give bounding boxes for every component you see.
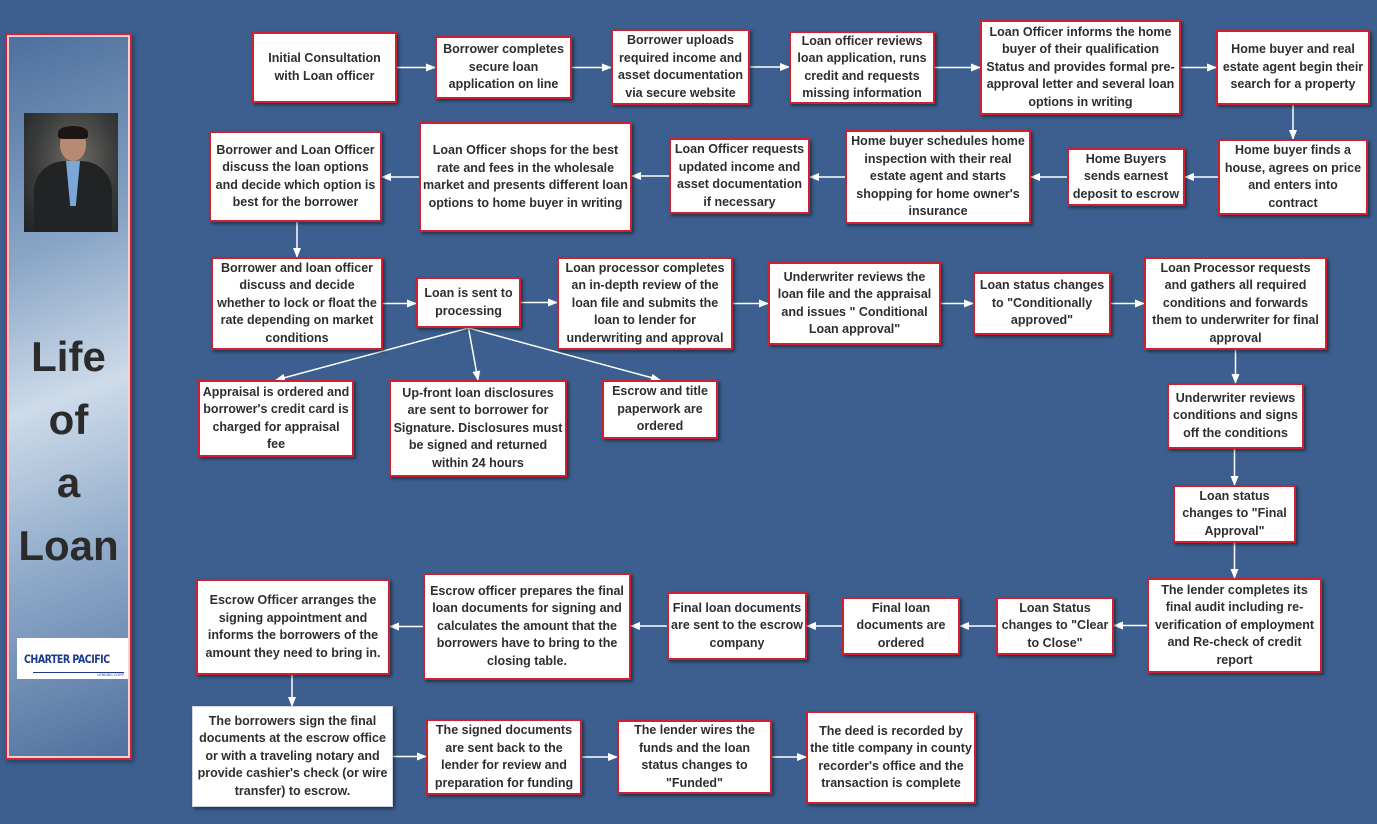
step-signing-appointment: Escrow Officer arranges the signing appo… bbox=[196, 579, 390, 675]
step-initial-consultation: Initial Consultation with Loan officer bbox=[252, 32, 397, 103]
step-funded: The lender wires the funds and the loan … bbox=[617, 720, 772, 794]
step-final-docs-ordered: Final loan documents are ordered bbox=[842, 597, 960, 655]
step-shop-rates: Loan Officer shops for the best rate and… bbox=[419, 122, 632, 232]
step-review-application: Loan officer reviews loan application, r… bbox=[789, 31, 935, 104]
step-pre-approval: Loan Officer informs the home buyer of t… bbox=[980, 20, 1181, 115]
logo-brand-text: CHARTER PACIFIC bbox=[23, 651, 110, 666]
logo-sub-text: LENDING CORP bbox=[97, 673, 124, 677]
step-upload-documents: Borrower uploads required income and ass… bbox=[611, 29, 750, 105]
title-line: Loan bbox=[18, 522, 119, 569]
step-borrowers-sign: The borrowers sign the final documents a… bbox=[192, 706, 393, 807]
step-sent-to-processing: Loan is sent to processing bbox=[416, 277, 521, 328]
step-updated-documentation: Loan Officer requests updated income and… bbox=[669, 138, 810, 214]
step-upfront-disclosures: Up-front loan disclosures are sent to bo… bbox=[389, 380, 567, 477]
company-logo: CHARTER PACIFIC LENDING CORP bbox=[17, 638, 128, 679]
step-enter-contract: Home buyer finds a house, agrees on pric… bbox=[1218, 139, 1368, 215]
step-appraisal-ordered: Appraisal is ordered and borrower's cred… bbox=[198, 380, 354, 457]
step-status-clear-to-close: Loan Status changes to "Clear to Close" bbox=[996, 597, 1114, 655]
step-home-inspection: Home buyer schedules home inspection wit… bbox=[845, 130, 1031, 224]
sidebar-panel: Life of a Loan CHARTER PACIFIC LENDING C… bbox=[5, 33, 132, 760]
title-line: a bbox=[56, 459, 81, 506]
step-sign-off-conditions: Underwriter reviews conditions and signs… bbox=[1167, 383, 1304, 449]
step-docs-sent-back: The signed documents are sent back to th… bbox=[426, 719, 582, 795]
step-deed-recorded: The deed is recorded by the title compan… bbox=[806, 711, 976, 804]
step-status-final-approval: Loan status changes to "Final Approval" bbox=[1173, 485, 1296, 543]
title-line: of bbox=[48, 396, 89, 443]
step-docs-sent-to-escrow: Final loan documents are sent to the esc… bbox=[667, 592, 807, 660]
step-escrow-title-paperwork: Escrow and title paperwork are ordered bbox=[602, 380, 718, 439]
step-final-audit: The lender completes its final audit inc… bbox=[1147, 578, 1322, 673]
step-online-application: Borrower completes secure loan applicati… bbox=[435, 36, 572, 99]
photo-hair bbox=[58, 126, 88, 139]
page-title: Life of a Loan bbox=[7, 325, 130, 577]
step-escrow-prepares-docs: Escrow officer prepares the final loan d… bbox=[423, 573, 631, 680]
title-line: Life bbox=[31, 333, 106, 380]
step-status-conditionally-approved: Loan status changes to "Conditionally ap… bbox=[973, 272, 1111, 335]
step-earnest-deposit: Home Buyers sends earnest deposit to esc… bbox=[1067, 148, 1185, 206]
step-lock-or-float: Borrower and loan officer discuss and de… bbox=[211, 257, 383, 350]
step-choose-option: Borrower and Loan Officer discuss the lo… bbox=[209, 131, 382, 222]
step-processor-review: Loan processor completes an in-depth rev… bbox=[557, 257, 733, 350]
step-conditional-approval: Underwriter reviews the loan file and th… bbox=[768, 262, 941, 345]
step-gather-conditions: Loan Processor requests and gathers all … bbox=[1144, 257, 1327, 350]
lighthouse-icon bbox=[21, 657, 22, 660]
step-property-search: Home buyer and real estate agent begin t… bbox=[1216, 30, 1370, 105]
arrow-s14-to-s20 bbox=[467, 327, 481, 381]
loan-officer-photo bbox=[24, 113, 118, 232]
